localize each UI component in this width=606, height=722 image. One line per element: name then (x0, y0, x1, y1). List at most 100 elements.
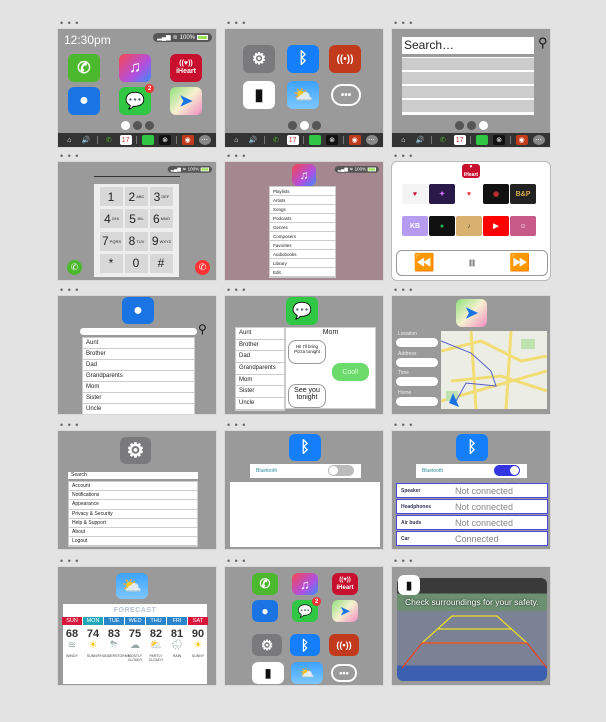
settings-app-icon[interactable]: ⚙ (243, 45, 275, 73)
bluetooth-toggle[interactable] (494, 465, 520, 476)
volume-icon[interactable]: 🔊 (80, 135, 92, 145)
keypad-key[interactable]: 9 WXYZ (150, 231, 173, 251)
more-apps-icon[interactable]: ••• (331, 664, 357, 682)
frame-menu-dots[interactable]: • • • (394, 286, 413, 295)
frame-menu-dots[interactable]: • • • (60, 557, 79, 566)
iheart-app-icon[interactable]: ((♥)) iHeart (332, 573, 358, 595)
settings-item[interactable]: Account (69, 482, 197, 492)
message-contact-item[interactable]: Mom (236, 375, 284, 387)
frame-menu-dots[interactable]: • • • (394, 421, 413, 430)
music-menu-item[interactable]: Audiobooks (270, 250, 335, 259)
messages-app-icon[interactable]: 💬 (286, 297, 318, 325)
station-tile[interactable]: B&P (510, 184, 536, 204)
keypad-key[interactable]: 1 (100, 187, 123, 206)
more-apps-icon[interactable]: ••• (331, 84, 361, 106)
previous-button[interactable]: ⏪ (414, 253, 435, 273)
music-menu-item[interactable]: Composers (270, 232, 335, 241)
message-contact-item[interactable]: Aunt (236, 328, 284, 340)
car-camera-app-icon[interactable]: ▮ (252, 662, 284, 684)
phone-icon[interactable]: ✆ (270, 135, 282, 145)
message-contact-item[interactable]: Grandparents (236, 363, 284, 375)
message-contact-item[interactable]: Sister (236, 386, 284, 399)
device-row[interactable]: Car Connected (396, 531, 548, 546)
keypad-key[interactable]: # (150, 253, 173, 273)
bluetooth-app-icon[interactable]: ᛒ (290, 634, 320, 656)
messages-app-icon[interactable]: 💬 2 (119, 84, 154, 115)
station-tile[interactable]: ● (429, 216, 455, 236)
keypad-key[interactable]: 4 GHI (100, 209, 123, 229)
page-indicator[interactable] (288, 121, 321, 130)
settings-item[interactable]: Notifications (69, 491, 197, 501)
list-item[interactable] (402, 72, 534, 84)
car-camera-app-icon[interactable]: ▮ (243, 81, 275, 109)
message-contact-item[interactable]: Brother (236, 340, 284, 352)
frame-menu-dots[interactable]: • • • (394, 152, 413, 161)
music-app-icon[interactable]: ♫ (292, 573, 318, 595)
message-contact-item[interactable]: Uncle (236, 398, 284, 410)
bluetooth-app-icon[interactable]: ᛒ (456, 434, 488, 461)
search-icon[interactable]: ⚲ (538, 35, 548, 51)
station-tile[interactable]: ♥ (456, 184, 482, 204)
calendar-icon[interactable]: 17 (119, 135, 132, 145)
phone-icon[interactable]: ✆ (437, 135, 449, 145)
calendar-icon[interactable]: 17 (286, 135, 299, 145)
station-tile[interactable]: ◉ (483, 184, 509, 204)
settings-item[interactable]: Privacy & Security (69, 510, 197, 519)
contacts-app-icon[interactable]: ● (122, 297, 154, 324)
weather-app-icon[interactable]: ⛅ (287, 81, 319, 109)
frame-menu-dots[interactable]: • • • (227, 286, 246, 295)
weather-app-icon[interactable]: ⛅ (116, 573, 148, 599)
list-item[interactable] (402, 100, 534, 112)
contact-item[interactable]: Grandparents (83, 371, 194, 382)
phone-app-icon[interactable]: ✆ (252, 573, 278, 595)
map-view[interactable] (441, 331, 547, 409)
radio-icon[interactable]: ◉ (181, 135, 194, 145)
contact-item[interactable]: Dad (83, 360, 194, 371)
location-input[interactable] (396, 338, 438, 347)
settings-app-icon[interactable]: ⚙ (120, 437, 151, 464)
frame-menu-dots[interactable]: • • • (60, 421, 79, 430)
device-row[interactable]: Headphones Not connected (396, 499, 548, 514)
phone-app-icon[interactable]: ✆ (68, 54, 100, 82)
messages-app-icon[interactable]: 💬 2 (292, 597, 321, 622)
music-menu-item[interactable]: Edit (270, 268, 335, 277)
station-tile[interactable]: ☺ (510, 216, 536, 236)
volume-icon[interactable]: 🔊 (247, 135, 259, 145)
home-icon[interactable]: ⌂ (230, 135, 242, 145)
bluetooth-app-icon[interactable]: ᛒ (287, 45, 319, 73)
frame-menu-dots[interactable]: • • • (60, 152, 79, 161)
iheart-app-icon[interactable]: ((♥)) iHeart (170, 54, 202, 82)
device-row[interactable]: Air buds Not connected (396, 515, 548, 530)
station-tile[interactable]: KB (402, 216, 428, 236)
bluetooth-toggle[interactable] (328, 465, 354, 476)
contact-item[interactable]: Uncle (83, 404, 194, 414)
frame-menu-dots[interactable]: • • • (227, 557, 246, 566)
camera-icon[interactable]: ⊗ (159, 135, 172, 145)
contacts-app-icon[interactable]: ● (68, 87, 100, 115)
list-item[interactable] (402, 86, 534, 98)
message-contact-item[interactable]: Dad (236, 351, 284, 364)
music-menu-item[interactable]: Podcasts (270, 214, 335, 223)
contact-item[interactable]: Mom (83, 382, 194, 393)
volume-icon[interactable]: 🔊 (414, 135, 426, 145)
home-input[interactable] (396, 397, 438, 406)
radio-app-icon[interactable]: ((•)) (329, 45, 361, 73)
keypad-key[interactable]: 6 MNO (150, 209, 173, 229)
keypad-key[interactable]: 5 JKL (125, 209, 148, 229)
frame-menu-dots[interactable]: • • • (60, 19, 79, 28)
settings-item[interactable]: Help & Support (69, 519, 197, 528)
keypad-key[interactable]: 0 (125, 253, 148, 273)
settings-app-icon[interactable]: ⚙ (252, 634, 282, 656)
search-input[interactable]: Search… (402, 37, 534, 54)
home-icon[interactable]: ⌂ (63, 135, 75, 145)
maps-app-icon[interactable]: ➤ (456, 299, 487, 327)
pause-button[interactable]: ⏸ (468, 253, 477, 273)
settings-search-input[interactable]: Search (68, 472, 198, 479)
weather-app-icon[interactable]: ⛅ (291, 662, 323, 684)
frame-menu-dots[interactable]: • • • (60, 286, 79, 295)
call-button[interactable]: ✆ (67, 260, 82, 275)
frame-menu-dots[interactable]: • • • (227, 152, 246, 161)
radio-app-icon[interactable]: ((•)) (329, 634, 359, 656)
time-input[interactable] (396, 377, 438, 386)
frame-menu-dots[interactable]: • • • (394, 557, 413, 566)
